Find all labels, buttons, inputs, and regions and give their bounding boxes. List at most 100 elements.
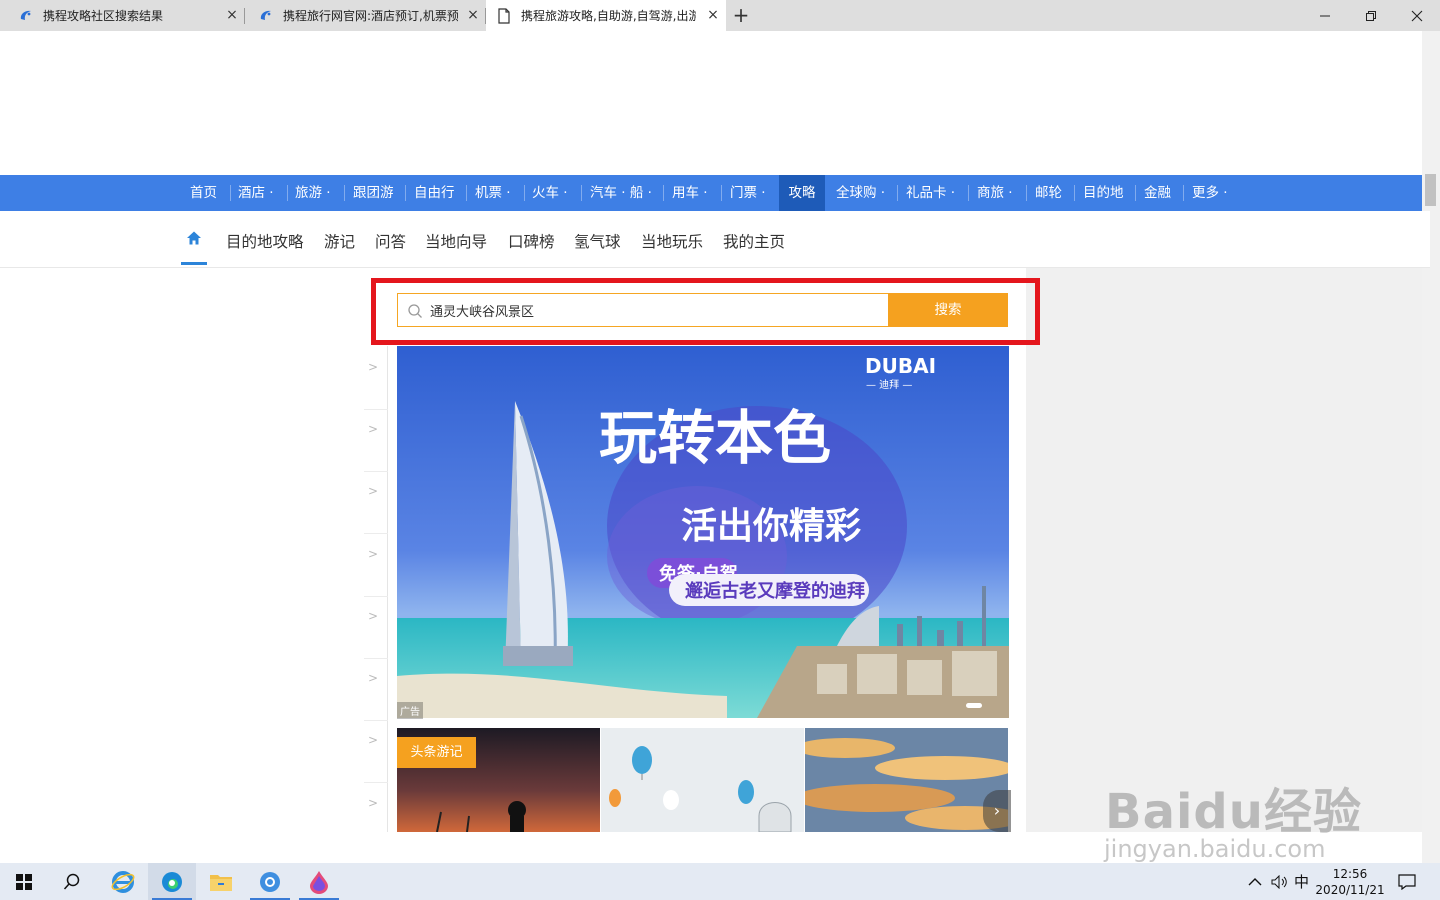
- nav-separator: [466, 185, 467, 201]
- taskbar-app-drop[interactable]: [295, 863, 343, 900]
- subnav-qa[interactable]: 问答: [375, 230, 406, 252]
- nav-separator: [524, 185, 525, 201]
- nav-hotel[interactable]: 酒店 ·: [238, 175, 274, 211]
- new-tab-button[interactable]: +: [731, 4, 751, 26]
- close-tab-icon[interactable]: ×: [706, 8, 720, 22]
- nav-tickets[interactable]: 门票 ·: [730, 175, 766, 211]
- nav-train[interactable]: 火车 ·: [532, 175, 568, 211]
- nav-separator: [1183, 185, 1184, 201]
- nav-separator: [897, 185, 898, 201]
- show-hidden-icons[interactable]: [1248, 863, 1262, 900]
- travelogue-thumbnail[interactable]: [805, 728, 1008, 832]
- chevron-right-icon[interactable]: >: [368, 360, 378, 374]
- minimize-button[interactable]: [1302, 0, 1348, 31]
- nav-destination[interactable]: 目的地: [1083, 175, 1124, 211]
- nav-group-tour[interactable]: 跟团游: [353, 175, 394, 211]
- taskbar-search-button[interactable]: [48, 863, 96, 900]
- brand-text: DUBAI: [865, 354, 936, 378]
- clock-date: 2020/11/21: [1315, 882, 1385, 897]
- ctrip-favicon-icon: [20, 10, 31, 20]
- nav-finance[interactable]: 金融: [1144, 175, 1171, 211]
- nav-bus-ship[interactable]: 汽车 · 船 ·: [590, 175, 652, 211]
- taskbar-app-browser[interactable]: [246, 863, 294, 900]
- tab-ctrip-guide[interactable]: 携程旅游攻略,自助游,自驾游,出游 ×: [486, 0, 726, 31]
- ctrip-favicon-icon: [260, 10, 271, 20]
- subnav-travelogue[interactable]: 游记: [324, 230, 355, 252]
- subnav-my-page[interactable]: 我的主页: [723, 230, 785, 252]
- dubai-banner-image: DUBAI — 迪拜 — 玩转本色 活出你精彩 免签·自驾 邂逅古老又摩登的迪拜: [397, 346, 1009, 718]
- watermark-logo: Baidu经验: [1105, 784, 1362, 840]
- nav-separator: [287, 185, 288, 201]
- subnav-rankings[interactable]: 口碑榜: [508, 230, 555, 252]
- subnav-destination-guide[interactable]: 目的地攻略: [226, 230, 304, 252]
- tab-ctrip-search[interactable]: 携程攻略社区搜索结果 ×: [0, 0, 245, 31]
- close-tab-icon[interactable]: ×: [225, 8, 239, 22]
- nav-separator: [581, 185, 582, 201]
- close-window-button[interactable]: [1394, 0, 1440, 31]
- chevron-right-icon[interactable]: >: [368, 422, 378, 436]
- home-icon[interactable]: [186, 230, 202, 246]
- taskbar-file-explorer[interactable]: [197, 863, 245, 900]
- next-slide-button[interactable]: ›: [983, 790, 1011, 832]
- restore-button[interactable]: [1348, 0, 1394, 31]
- nav-separator: [344, 185, 345, 201]
- color-drop-icon: [310, 870, 328, 894]
- nav-flights[interactable]: 机票 ·: [475, 175, 511, 211]
- carousel-indicator[interactable]: [966, 703, 982, 708]
- chevron-right-icon[interactable]: >: [368, 547, 378, 561]
- nav-travel[interactable]: 旅游 ·: [295, 175, 331, 211]
- nav-gift-card[interactable]: 礼品卡 ·: [906, 175, 955, 211]
- divider: [364, 471, 388, 472]
- volume-button[interactable]: [1271, 863, 1289, 900]
- ad-label: 广告: [397, 702, 423, 719]
- start-button[interactable]: [0, 863, 48, 900]
- banner-headline: 玩转本色: [599, 404, 831, 472]
- taskbar-edge[interactable]: [148, 863, 196, 900]
- divider: [364, 658, 388, 659]
- ime-indicator[interactable]: 中: [1294, 863, 1309, 900]
- nav-more[interactable]: 更多 ·: [1192, 175, 1228, 211]
- page-scrollbar[interactable]: [1422, 31, 1440, 863]
- nav-separator: [721, 185, 722, 201]
- balloons-photo: [601, 728, 804, 832]
- banner-pill-line2: 邂逅古老又摩登的迪拜: [685, 580, 865, 602]
- nav-business[interactable]: 商旅 ·: [977, 175, 1013, 211]
- subnav-local-guide[interactable]: 当地向导: [425, 230, 487, 252]
- subnav-balloon[interactable]: 氢气球: [574, 230, 621, 252]
- travelogue-thumbnail[interactable]: [601, 728, 804, 832]
- action-center-button[interactable]: [1398, 863, 1416, 900]
- nav-guides[interactable]: 攻略: [779, 175, 825, 211]
- nav-free-travel[interactable]: 自由行: [414, 175, 455, 211]
- nav-home[interactable]: 首页: [190, 175, 217, 211]
- tab-title: 携程旅游攻略,自助游,自驾游,出游: [521, 9, 696, 23]
- nav-separator: [663, 185, 664, 201]
- nav-cruise[interactable]: 邮轮: [1035, 175, 1062, 211]
- promo-banner[interactable]: DUBAI — 迪拜 — 玩转本色 活出你精彩 免签·自驾 邂逅古老又摩登的迪拜: [397, 346, 1009, 718]
- divider: [364, 533, 388, 534]
- close-tab-icon[interactable]: ×: [466, 8, 480, 22]
- tab-title: 携程攻略社区搜索结果: [43, 9, 164, 23]
- chevron-right-icon[interactable]: >: [368, 609, 378, 623]
- chevron-up-icon: [1248, 877, 1262, 885]
- subnav-local-fun[interactable]: 当地玩乐: [641, 230, 703, 252]
- chevron-right-icon[interactable]: >: [368, 733, 378, 747]
- browser-app-icon: [260, 871, 280, 892]
- search-box: [397, 293, 889, 327]
- search-input[interactable]: [430, 294, 885, 326]
- main-nav: 首页 酒店 · 旅游 · 跟团游 自由行 机票 · 火车 · 汽车 · 船 · …: [0, 175, 1422, 211]
- chevron-right-icon[interactable]: >: [368, 671, 378, 685]
- watermark-url: jingyan.baidu.com: [1104, 835, 1326, 863]
- taskbar-ie[interactable]: [99, 863, 147, 900]
- nav-separator: [1074, 185, 1075, 201]
- clock[interactable]: 12:56 2020/11/21: [1315, 863, 1385, 900]
- search-button[interactable]: 搜索: [888, 293, 1008, 327]
- chevron-right-icon[interactable]: >: [368, 796, 378, 810]
- tab-ctrip-home[interactable]: 携程旅行网官网:酒店预订,机票预 ×: [246, 0, 486, 31]
- nav-global-shop[interactable]: 全球购 ·: [836, 175, 885, 211]
- guide-sub-nav: 目的地攻略 游记 问答 当地向导 口碑榜 氢气球 当地玩乐 我的主页: [0, 211, 1430, 268]
- search-icon: [408, 304, 422, 318]
- scrollbar-thumb[interactable]: [1425, 174, 1436, 206]
- nav-car[interactable]: 用车 ·: [672, 175, 708, 211]
- cloudy-sky-photo: [805, 728, 1008, 832]
- chevron-right-icon[interactable]: >: [368, 484, 378, 498]
